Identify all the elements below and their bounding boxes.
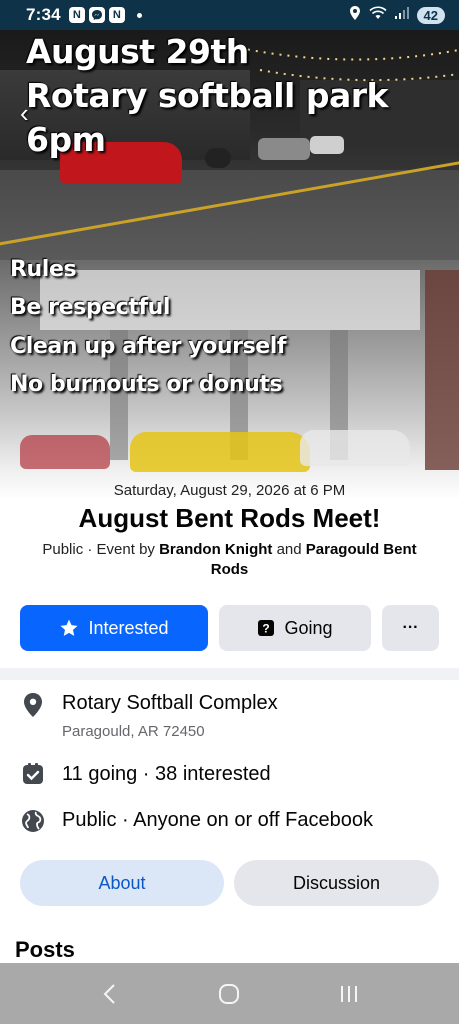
status-indicators: 42 xyxy=(349,5,445,25)
nav-recents-icon xyxy=(341,985,358,1002)
notification-app-icon: N xyxy=(68,7,85,23)
going-button[interactable]: ? Going xyxy=(219,605,371,651)
tab-about[interactable]: About xyxy=(20,860,224,906)
cover-text-overlay: August 29th Rotary softball park 6pm Rul… xyxy=(0,30,459,500)
cover-rule-1: Be respectful xyxy=(10,295,171,320)
signal-icon xyxy=(394,6,409,24)
question-icon: ? xyxy=(257,619,275,637)
svg-text:?: ? xyxy=(263,622,270,636)
nav-recents-button[interactable] xyxy=(329,974,369,1014)
event-title: August Bent Rods Meet! xyxy=(78,503,381,533)
location-name[interactable]: Rotary Softball Complex xyxy=(62,692,278,715)
cover-rule-2: Clean up after yourself xyxy=(10,334,287,359)
status-app-icons: N N xyxy=(68,7,142,23)
location-icon xyxy=(349,5,361,25)
interested-label: Interested xyxy=(88,617,169,638)
going-label: Going xyxy=(284,617,333,638)
system-nav-bar xyxy=(0,963,459,1024)
nav-back-icon xyxy=(103,983,115,1004)
globe-icon xyxy=(20,808,46,834)
location-address: Paragould, AR 72450 xyxy=(62,723,205,740)
notification-app-icon: N xyxy=(108,7,125,23)
star-icon xyxy=(59,618,79,638)
more-icon: ··· xyxy=(402,619,419,636)
nav-home-button[interactable] xyxy=(209,974,249,1014)
cover-location-text: Rotary softball park xyxy=(26,76,388,115)
host-link-brandon-knight[interactable]: Brandon Knight xyxy=(159,541,272,558)
event-cover-image: August 29th Rotary softball park 6pm Rul… xyxy=(0,30,459,500)
battery-indicator: 42 xyxy=(416,6,445,24)
wifi-icon xyxy=(368,6,387,25)
nav-home-icon xyxy=(219,983,240,1004)
cover-date-text: August 29th xyxy=(26,32,249,71)
event-screen: 7:34 N N 42 August 29th Rotary softball … xyxy=(0,0,459,1024)
privacy-info: Public · Anyone on or off Facebook xyxy=(62,809,373,831)
host-conjunction: and xyxy=(272,541,306,558)
more-options-button[interactable]: ··· xyxy=(382,605,439,651)
event-date-time: Saturday, August 29, 2026 at 6 PM xyxy=(113,482,346,499)
posts-heading: Posts xyxy=(15,937,75,962)
status-bar: 7:34 N N 42 xyxy=(0,0,459,30)
attendance-count[interactable]: 11 going · 38 interested xyxy=(62,763,271,786)
tab-discussion[interactable]: Discussion xyxy=(234,860,439,906)
chevron-left-icon: ‹ xyxy=(20,98,29,128)
nav-back-button[interactable] xyxy=(90,974,130,1014)
back-button[interactable]: ‹ xyxy=(20,100,42,126)
location-pin-icon xyxy=(20,692,46,718)
event-privacy-prefix: Public · Event by xyxy=(42,541,160,558)
more-notifications-dot xyxy=(136,12,142,18)
section-divider xyxy=(0,668,459,680)
messenger-icon xyxy=(88,7,105,23)
calendar-check-icon xyxy=(20,761,46,787)
status-time: 7:34 xyxy=(26,5,61,24)
interested-button[interactable]: Interested xyxy=(20,605,208,651)
cover-rule-3: No burnouts or donuts xyxy=(10,372,283,397)
cover-rules-heading: Rules xyxy=(10,257,77,282)
event-host-line: Public · Event by Brandon Knight and Par… xyxy=(30,540,429,580)
